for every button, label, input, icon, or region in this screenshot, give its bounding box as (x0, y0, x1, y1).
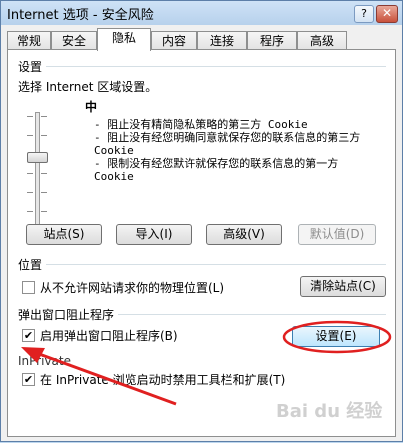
baidu-watermark: Bai du 经验 (276, 401, 383, 422)
arrow-shaft (30, 349, 177, 406)
red-annotation-overlay (21, 320, 392, 406)
highlight-ellipse (282, 320, 392, 354)
internet-options-window: Internet 选项 - 安全风险 ? ✕ 常规 安全 隐私 内容 连接 程序… (0, 0, 403, 442)
tab-privacy[interactable]: 隐私 (97, 28, 151, 51)
